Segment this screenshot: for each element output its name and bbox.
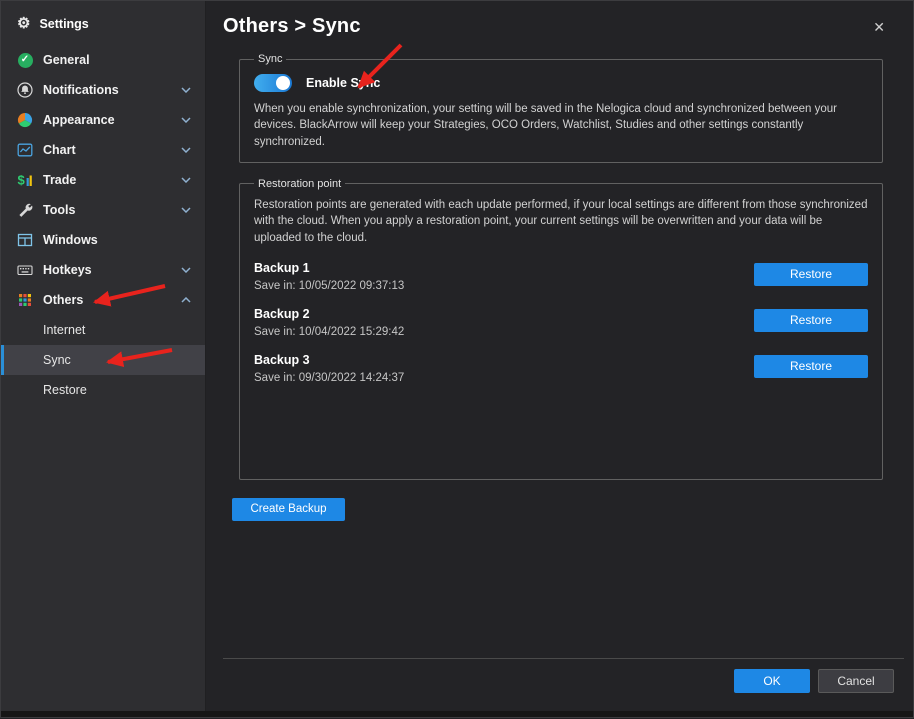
sidebar-item-label: Others: [43, 293, 181, 307]
restoration-group: Restoration point Restoration points are…: [239, 178, 883, 480]
settings-window: ⚙ Settings ✓ General Notifications Appea…: [1, 1, 913, 713]
sidebar-subitem-label: Sync: [43, 353, 71, 367]
dollar-icon: $: [17, 172, 33, 188]
toggle-knob: [276, 76, 290, 90]
sidebar-item-label: Hotkeys: [43, 263, 181, 277]
backup-info: Backup 3 Save in: 09/30/2022 14:24:37: [254, 353, 404, 384]
windows-icon: [17, 232, 33, 248]
footer-divider: [223, 658, 904, 659]
sidebar-subitem-sync[interactable]: Sync: [1, 345, 205, 375]
gear-icon: ⚙: [17, 16, 30, 31]
enable-sync-label: Enable Sync: [306, 76, 380, 90]
sidebar-item-chart[interactable]: Chart: [1, 135, 205, 165]
wrench-icon: [17, 202, 33, 218]
restoration-description: Restoration points are generated with ea…: [254, 197, 868, 246]
sidebar-item-notifications[interactable]: Notifications: [1, 75, 205, 105]
svg-text:$: $: [18, 173, 26, 188]
restore-button[interactable]: Restore: [754, 263, 868, 286]
cancel-button[interactable]: Cancel: [818, 669, 894, 693]
restore-button[interactable]: Restore: [754, 355, 868, 378]
backup-date: Save in: 10/04/2022 15:29:42: [254, 326, 404, 338]
backup-date: Save in: 09/30/2022 14:24:37: [254, 372, 404, 384]
sidebar-item-label: Notifications: [43, 83, 181, 97]
sidebar-item-windows[interactable]: Windows: [1, 225, 205, 255]
bell-icon: [17, 82, 33, 98]
backup-name: Backup 3: [254, 353, 404, 367]
sidebar-subitem-label: Internet: [43, 323, 85, 337]
sidebar-item-label: Chart: [43, 143, 181, 157]
sidebar-item-label: Trade: [43, 173, 181, 187]
ok-button[interactable]: OK: [734, 669, 810, 693]
sidebar-item-label: Windows: [43, 233, 191, 247]
grid-dots-icon: [17, 292, 33, 308]
sidebar-subitem-label: Restore: [43, 383, 87, 397]
backup-row: Backup 1 Save in: 10/05/2022 09:37:13 Re…: [254, 261, 868, 292]
backup-name: Backup 2: [254, 307, 404, 321]
chevron-down-icon: [181, 87, 191, 93]
sidebar-item-general[interactable]: ✓ General: [1, 45, 205, 75]
window-bottom-edge: [1, 711, 913, 717]
sidebar-subitem-internet[interactable]: Internet: [1, 315, 205, 345]
backup-name: Backup 1: [254, 261, 404, 275]
restoration-group-legend: Restoration point: [254, 178, 345, 190]
sidebar: ⚙ Settings ✓ General Notifications Appea…: [1, 1, 206, 713]
sidebar-item-others[interactable]: Others: [1, 285, 205, 315]
enable-sync-toggle[interactable]: [254, 74, 292, 92]
palette-icon: [17, 112, 33, 128]
chart-icon: [17, 142, 33, 158]
breadcrumb: Others > Sync: [223, 15, 913, 38]
sidebar-item-tools[interactable]: Tools: [1, 195, 205, 225]
sync-description: When you enable synchronization, your se…: [254, 101, 868, 150]
general-icon: ✓: [17, 52, 33, 68]
backup-info: Backup 2 Save in: 10/04/2022 15:29:42: [254, 307, 404, 338]
create-backup-button[interactable]: Create Backup: [232, 498, 345, 521]
sidebar-header: ⚙ Settings: [1, 3, 205, 45]
chevron-down-icon: [181, 207, 191, 213]
sidebar-item-hotkeys[interactable]: Hotkeys: [1, 255, 205, 285]
sidebar-item-appearance[interactable]: Appearance: [1, 105, 205, 135]
chevron-down-icon: [181, 117, 191, 123]
backup-date: Save in: 10/05/2022 09:37:13: [254, 280, 404, 292]
sidebar-item-trade[interactable]: $ Trade: [1, 165, 205, 195]
sidebar-subitem-restore[interactable]: Restore: [1, 375, 205, 405]
chevron-down-icon: [181, 177, 191, 183]
chevron-up-icon: [181, 297, 191, 303]
backup-info: Backup 1 Save in: 10/05/2022 09:37:13: [254, 261, 404, 292]
chevron-down-icon: [181, 267, 191, 273]
chevron-down-icon: [181, 147, 191, 153]
backup-row: Backup 2 Save in: 10/04/2022 15:29:42 Re…: [254, 307, 868, 338]
keyboard-icon: [17, 262, 33, 278]
sidebar-title: Settings: [39, 17, 88, 31]
restore-button[interactable]: Restore: [754, 309, 868, 332]
backup-row: Backup 3 Save in: 09/30/2022 14:24:37 Re…: [254, 353, 868, 384]
sync-group: Sync Enable Sync When you enable synchro…: [239, 53, 883, 163]
sidebar-item-label: Tools: [43, 203, 181, 217]
main-content: Others > Sync ✕ Sync Enable Sync When yo…: [206, 1, 913, 713]
sidebar-item-label: General: [43, 53, 191, 67]
close-icon[interactable]: ✕: [867, 18, 891, 37]
sidebar-item-label: Appearance: [43, 113, 181, 127]
sync-group-legend: Sync: [254, 53, 286, 65]
footer-buttons: OK Cancel: [734, 669, 894, 693]
